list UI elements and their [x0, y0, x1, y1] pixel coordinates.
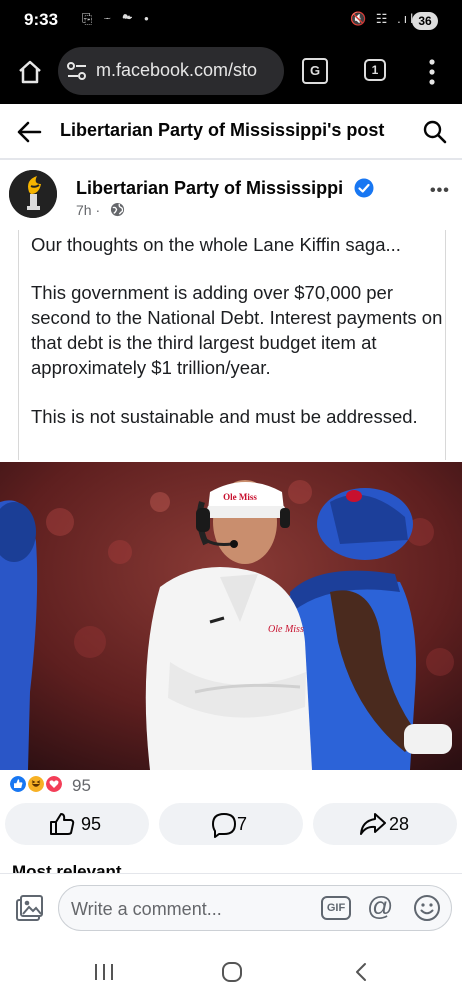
recent-apps-icon[interactable] — [92, 962, 116, 982]
verified-badge-icon — [354, 178, 374, 198]
mention-button[interactable]: @ — [367, 891, 393, 922]
back-arrow-icon[interactable] — [16, 120, 42, 144]
post-meta: 7h · — [76, 202, 100, 218]
share-button[interactable]: 28 — [313, 803, 457, 845]
post-time[interactable]: 7h — [76, 202, 92, 218]
page-title: Libertarian Party of Mississippi's post — [60, 120, 385, 140]
home-nav-icon[interactable] — [221, 962, 243, 982]
torch-logo-icon — [9, 170, 57, 218]
like-reaction-icon — [8, 774, 28, 794]
globe-icon — [110, 202, 125, 217]
shirt-logo: Ole Miss — [268, 624, 304, 635]
post-paragraph: Our thoughts on the whole Lane Kiffin sa… — [31, 234, 401, 255]
tab-switcher-button[interactable]: 1 — [364, 59, 386, 81]
site-settings-icon[interactable] — [66, 61, 88, 81]
post-header: Libertarian Party of Mississippi 7h · ••… — [0, 162, 462, 230]
notification-icons: ⎘ ⁓ ☁ • — [82, 11, 153, 26]
comment-count: 7 — [237, 814, 248, 834]
translate-icon[interactable]: G — [302, 58, 328, 84]
status-bar: 9:33 ⎘ ⁓ ☁ • 🔇 ☷ .ıl 36 — [0, 0, 462, 42]
system-icons: 🔇 ☷ .ıl — [350, 11, 417, 26]
emoji-icon[interactable] — [413, 894, 441, 922]
post-photo[interactable]: Ole Miss Ole Miss — [0, 462, 462, 770]
comment-placeholder: Write a comment... — [71, 899, 222, 919]
comment-composer: Write a comment... GIF @ — [0, 873, 462, 943]
author-avatar[interactable] — [9, 170, 57, 218]
share-arrow-icon — [360, 813, 386, 835]
back-nav-icon[interactable] — [352, 962, 370, 982]
post-paragraph: This is not sustainable and must be addr… — [31, 406, 418, 427]
share-count: 28 — [389, 814, 410, 834]
thumbs-up-icon — [50, 813, 75, 835]
like-count: 95 — [81, 814, 102, 834]
comment-button[interactable]: 7 — [159, 803, 303, 845]
post-text: Our thoughts on the whole Lane Kiffin sa… — [18, 230, 446, 460]
meta-separator: · — [95, 202, 101, 218]
home-icon[interactable] — [16, 58, 44, 86]
haha-reaction-icon — [26, 774, 46, 794]
love-reaction-icon — [44, 774, 64, 794]
comment-bubble-icon — [212, 813, 236, 838]
hat-logo: Ole Miss — [223, 492, 257, 502]
search-icon[interactable] — [422, 119, 448, 145]
browser-menu-icon[interactable] — [424, 57, 440, 87]
system-nav-bar — [0, 944, 462, 1000]
page-header: Libertarian Party of Mississippi's post — [0, 104, 462, 160]
comment-input[interactable]: Write a comment... GIF @ — [58, 885, 452, 931]
url-text[interactable]: m.facebook.com/sto — [96, 60, 276, 81]
reaction-count: 95 — [72, 776, 91, 795]
gif-button[interactable]: GIF — [321, 896, 351, 920]
like-button[interactable]: 95 — [5, 803, 149, 845]
photo-attach-icon[interactable] — [14, 894, 44, 924]
post-options-button[interactable]: ••• — [430, 182, 450, 200]
address-bar[interactable]: m.facebook.com/sto — [58, 47, 284, 95]
status-time: 9:33 — [24, 10, 59, 29]
author-name[interactable]: Libertarian Party of Mississippi — [76, 178, 343, 199]
browser-toolbar: m.facebook.com/sto G 1 — [0, 42, 462, 104]
battery-icon: 36 — [412, 12, 438, 30]
post-paragraph: This government is adding over $70,000 p… — [31, 282, 443, 378]
